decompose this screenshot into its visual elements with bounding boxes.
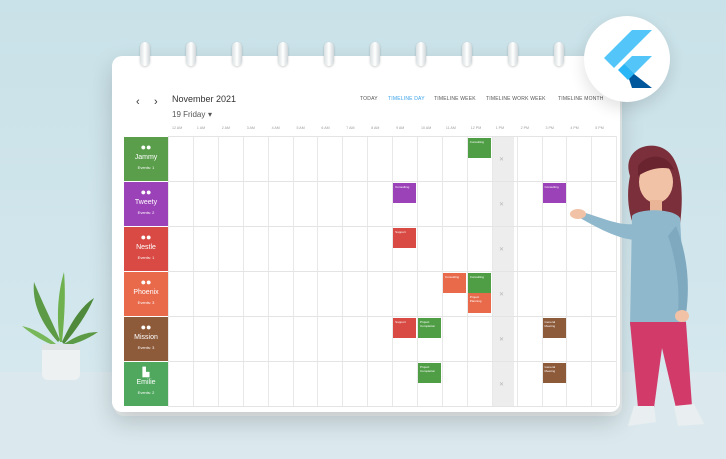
hour-label: 12 PM — [470, 126, 482, 130]
plant-illustration — [22, 272, 98, 380]
appointment[interactable]: Support — [393, 228, 417, 248]
resource-name: Emilie — [136, 379, 156, 386]
hour-label: 7 AM — [346, 126, 355, 130]
hour-label: 9 AM — [396, 126, 405, 130]
appointment[interactable]: Consulting — [442, 273, 466, 293]
view-timeline-month-button[interactable]: TIMELINE MONTH — [558, 96, 604, 102]
hour-label: 6 AM — [321, 126, 330, 130]
resource-event-count: Events: 2 — [137, 210, 155, 215]
appointment[interactable]: Consulting — [467, 138, 491, 158]
flutter-icon — [604, 30, 652, 88]
row-gridline — [168, 136, 616, 137]
appointment[interactable]: Project Completion — [418, 363, 441, 383]
appointment[interactable]: Project Completion — [418, 318, 441, 338]
appointment[interactable]: Project Planning — [467, 293, 491, 313]
binder-ring — [416, 42, 426, 66]
resource-name: Mission — [134, 334, 158, 341]
hour-label: 4 AM — [271, 126, 280, 130]
view-today-button[interactable]: TODAY — [360, 96, 378, 102]
drag-handle-icon: ✕ — [499, 157, 505, 163]
resource-phoenix[interactable]: ●● Phoenix Events: 3 — [124, 272, 168, 316]
previous-button[interactable]: ‹ — [136, 96, 140, 108]
person-group-icon: ●● — [140, 322, 152, 332]
drag-handle-icon: ✕ — [499, 247, 505, 253]
person-group-icon: ●● — [140, 277, 152, 287]
binder-ring — [324, 42, 334, 66]
hour-label: 3 PM — [545, 126, 554, 130]
appointment[interactable]: Consulting — [393, 183, 417, 203]
resource-event-count: Events: 1 — [137, 255, 155, 260]
hour-label: 1 AM — [196, 126, 206, 130]
binder-ring — [278, 42, 288, 66]
resource-name: Phoenix — [133, 289, 159, 296]
appointment[interactable]: Consulting — [467, 273, 491, 293]
resource-emilie[interactable]: ▙ Emilie Events: 2 — [124, 362, 168, 406]
appointment[interactable]: Consulting — [542, 183, 566, 203]
resource-tweety[interactable]: ●● Tweety Events: 2 — [124, 182, 168, 226]
resource-event-count: Events: 3 — [137, 345, 155, 350]
view-timeline-week-button[interactable]: TIMELINE WEEK — [434, 96, 476, 102]
row-gridline — [168, 181, 616, 182]
row-gridline — [168, 316, 616, 317]
appointment[interactable]: General Meeting — [542, 363, 566, 383]
hour-label: 4 PM — [570, 126, 579, 130]
building-icon: ▙ — [142, 367, 150, 377]
woman-pointing-illustration — [570, 145, 704, 426]
drag-handle-icon: ✕ — [499, 337, 505, 343]
binder-ring — [186, 42, 196, 66]
hour-label: 1 PM — [495, 126, 505, 130]
resource-nestle[interactable]: ●● Nestle Events: 1 — [124, 227, 168, 271]
resource-mission[interactable]: ●● Mission Events: 3 — [124, 317, 168, 361]
appointment[interactable]: Support — [393, 318, 417, 338]
appointment[interactable]: General Meeting — [542, 318, 566, 338]
resource-name: Nestle — [136, 244, 156, 251]
next-button[interactable]: › — [154, 96, 158, 108]
resource-jammy[interactable]: ●● Jammy Events: 1 — [124, 137, 168, 181]
binder-ring — [140, 42, 150, 66]
drag-handle-icon: ✕ — [499, 382, 505, 388]
resource-name: Jammy — [134, 154, 158, 161]
person-group-icon: ●● — [140, 142, 152, 152]
person-group-icon: ●● — [140, 187, 152, 197]
person-group-icon: ●● — [140, 232, 152, 242]
hour-label: 5 PM — [595, 126, 604, 130]
resource-event-count: Events: 1 — [137, 165, 155, 170]
view-timeline-day-button[interactable]: TIMELINE DAY — [388, 96, 425, 102]
flutter-logo-badge — [584, 16, 670, 102]
calendar-panel: ‹ › November 2021 19 Friday ▾ TODAY TIME… — [112, 42, 620, 412]
timeline-grid[interactable]: ✕ ✕ ✕ ✕ ✕ ✕ Consulting Consulting Consulting Supp… — [168, 136, 618, 407]
drag-handle-icon: ✕ — [499, 292, 505, 298]
hour-label: 8 AM — [371, 126, 380, 130]
hour-label: 12 AM — [172, 126, 183, 130]
row-gridline — [168, 226, 616, 227]
resource-name: Tweety — [134, 199, 158, 206]
hour-label: 10 AM — [421, 126, 432, 130]
month-label[interactable]: November 2021 — [172, 94, 236, 104]
resource-event-count: Events: 2 — [137, 390, 155, 395]
day-label[interactable]: 19 Friday — [172, 110, 205, 119]
hour-label: 2 PM — [520, 126, 529, 130]
binder-ring — [508, 42, 518, 66]
row-gridline — [168, 271, 616, 272]
view-timeline-work-week-button[interactable]: TIMELINE WORK WEEK — [486, 96, 546, 102]
drag-handle-icon: ✕ — [499, 202, 505, 208]
chevron-down-icon[interactable]: ▾ — [208, 110, 212, 119]
hour-label: 5 AM — [296, 126, 305, 130]
row-gridline — [168, 406, 616, 407]
hour-label: 11 AM — [445, 126, 456, 130]
hour-label: 2 AM — [221, 126, 230, 130]
binder-ring — [370, 42, 380, 66]
binder-ring — [554, 42, 564, 66]
binder-ring — [462, 42, 472, 66]
binder-ring — [232, 42, 242, 66]
resource-event-count: Events: 3 — [137, 300, 155, 305]
row-gridline — [168, 361, 616, 362]
hour-label: 3 AM — [246, 126, 255, 130]
